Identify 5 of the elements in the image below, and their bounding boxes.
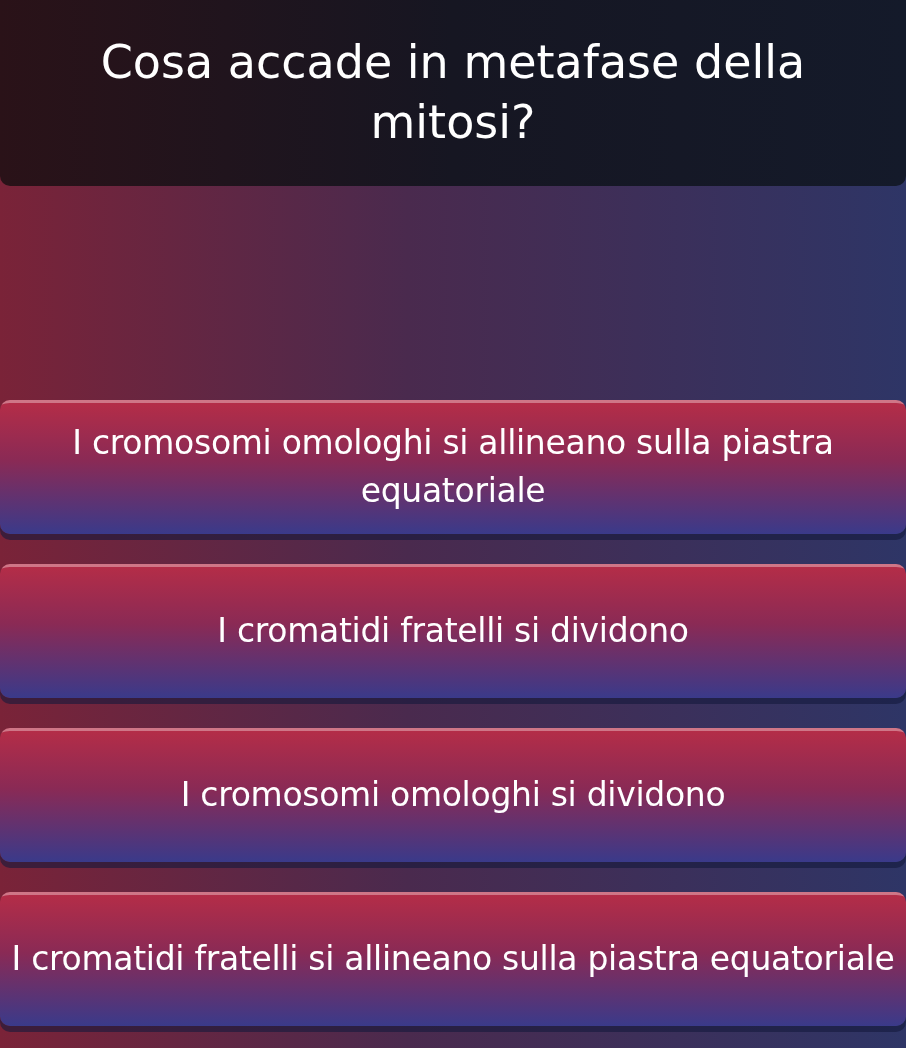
answer-button[interactable]: I cromosomi omologhi si dividono	[0, 728, 906, 862]
answer-button[interactable]: I cromosomi omologhi si allineano sulla piastra equatoriale	[0, 400, 906, 534]
answer-button[interactable]: I cromatidi fratelli si dividono	[0, 564, 906, 698]
question-text: Cosa accade in metafase della mitosi?	[0, 0, 906, 186]
answer-button[interactable]: I cromatidi fratelli si allineano sulla piastra equatoriale	[0, 892, 906, 1026]
